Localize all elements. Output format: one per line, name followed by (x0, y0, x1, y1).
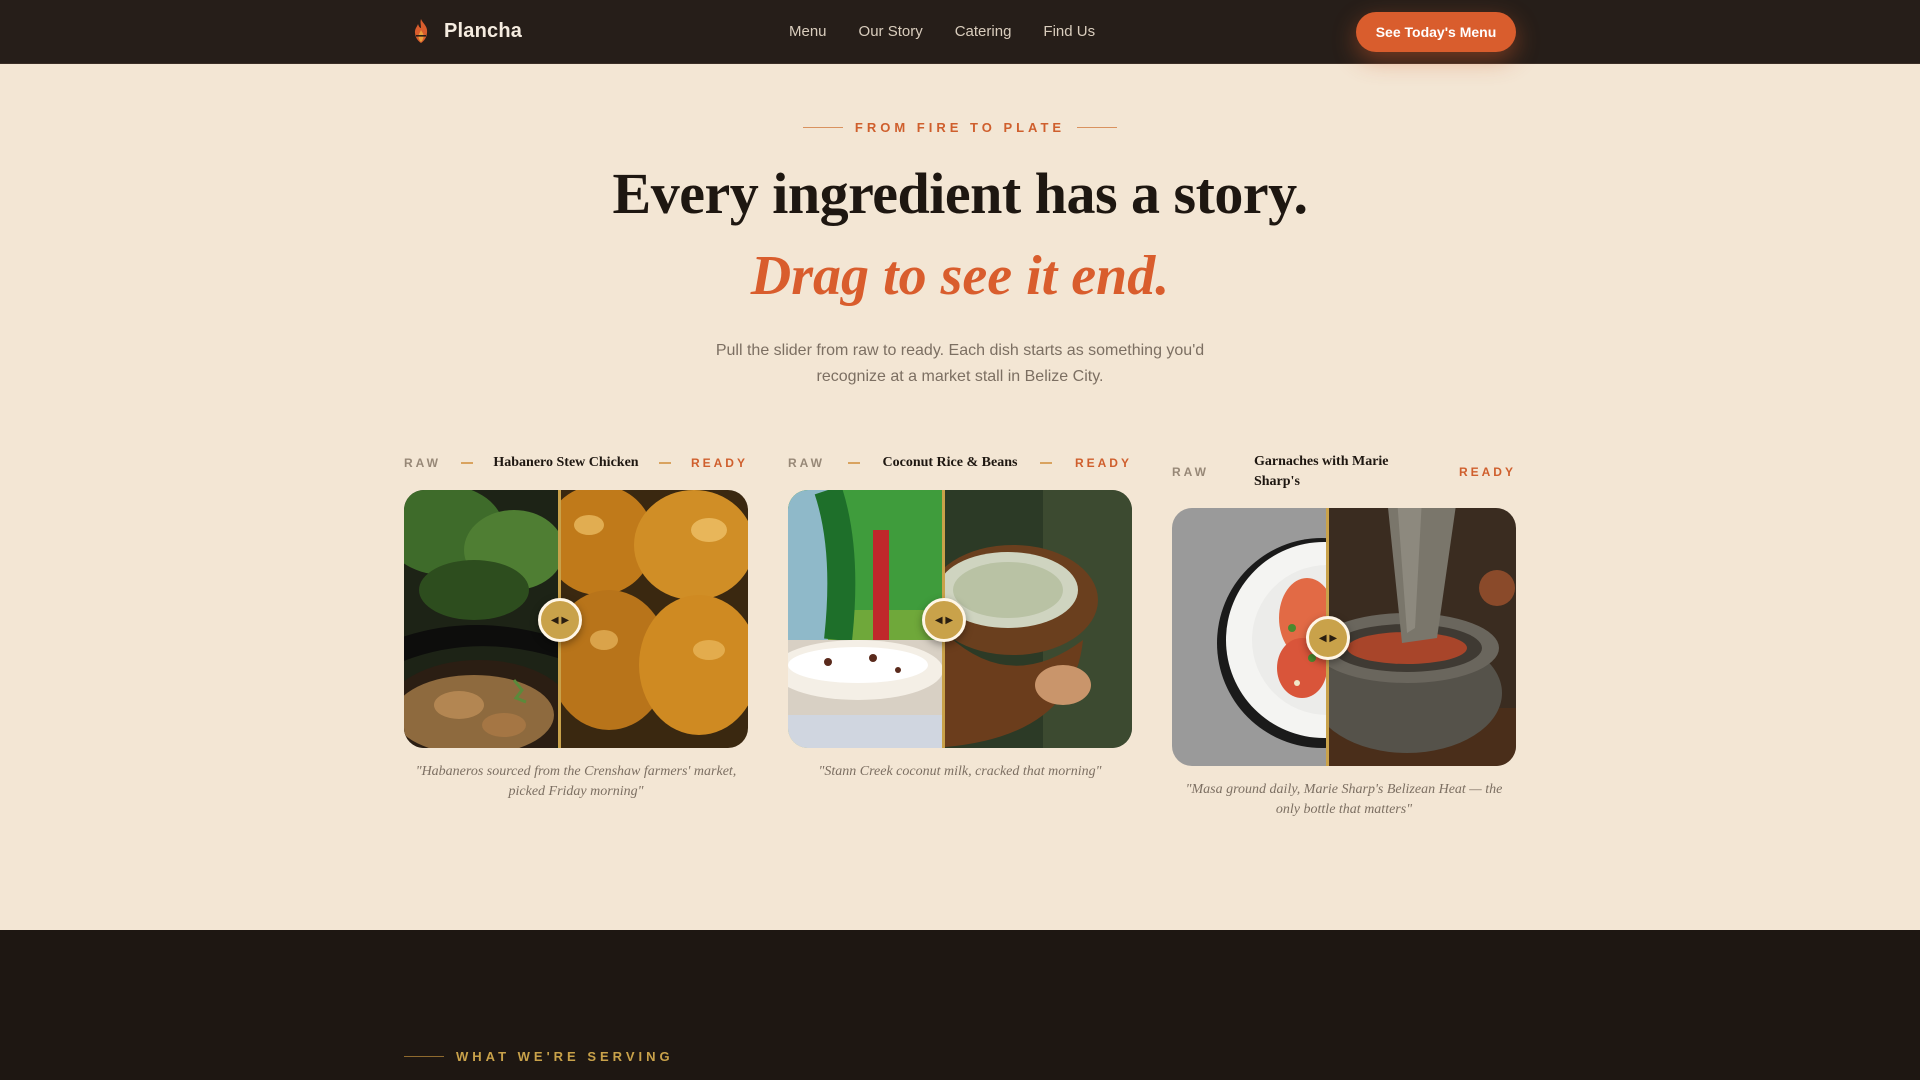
divider-dash (461, 462, 474, 464)
drag-arrows-icon[interactable]: ◀ ▶ (922, 598, 966, 642)
brand-logo[interactable]: Plancha (410, 18, 522, 44)
dish-name: Garnaches with Marie Sharp's (1253, 454, 1389, 489)
raw-label: RAW (404, 456, 441, 470)
section-eyebrow-text: WHAT WE'RE SERVING (456, 1049, 674, 1064)
divider-dash (658, 462, 671, 464)
divider-dash (1040, 462, 1053, 464)
nav-link-find-us[interactable]: Find Us (1043, 23, 1095, 40)
hero-subtitle: Drag to see it end. (750, 245, 1170, 307)
nav-link-menu[interactable]: Menu (789, 23, 827, 40)
nav-links: Menu Our Story Catering Find Us (789, 23, 1095, 40)
card-header: RAW Coconut Rice & Beans READY (788, 452, 1132, 474)
ready-image (943, 490, 1132, 748)
dish-card-habanero-stew-chicken: RAW Habanero Stew Chicken READY ◀ ▶ "Hab… (404, 452, 748, 802)
raw-image (788, 490, 943, 748)
dish-card-coconut-rice-beans: RAW Coconut Rice & Beans READY ◀ ▶ "Stan… (788, 452, 1132, 782)
see-todays-menu-button[interactable]: See Today's Menu (1356, 12, 1516, 52)
drag-arrows-icon[interactable]: ◀ ▶ (538, 598, 582, 642)
dish-name: Habanero Stew Chicken (493, 455, 639, 470)
drag-arrows-icon[interactable]: ◀ ▶ (1306, 616, 1350, 660)
card-header: RAW Garnaches with Marie Sharp's READY (1172, 452, 1516, 492)
dish-caption: "Masa ground daily, Marie Sharp's Belize… (1185, 782, 1503, 817)
ready-label: READY (1458, 465, 1516, 479)
eyebrow-rule-left (802, 127, 843, 128)
dish-caption: "Habaneros sourced from the Crenshaw far… (415, 764, 737, 799)
dish-name: Coconut Rice & Beans (882, 455, 1018, 470)
ready-image (1327, 508, 1516, 766)
nav-link-our-story[interactable]: Our Story (859, 23, 923, 40)
before-after-slider[interactable]: ◀ ▶ (404, 490, 748, 748)
eyebrow-rule (404, 1056, 444, 1057)
before-after-slider[interactable]: ◀ ▶ (788, 490, 1132, 748)
ready-label: READY (1074, 456, 1132, 470)
hero-description: Pull the slider from raw to ready. Each … (715, 342, 1205, 385)
whats-serving-section (0, 930, 1920, 1080)
hero-title: Every ingredient has a story. (612, 161, 1308, 226)
section-eyebrow: WHAT WE'RE SERVING (404, 1049, 674, 1064)
raw-label: RAW (788, 456, 825, 470)
hero-eyebrow: FROM FIRE TO PLATE (0, 120, 1920, 135)
ready-label: READY (690, 456, 748, 470)
eyebrow-text: FROM FIRE TO PLATE (854, 120, 1066, 135)
nav-link-catering[interactable]: Catering (955, 23, 1012, 40)
dish-caption: "Stann Creek coconut milk, cracked that … (818, 764, 1102, 779)
brand-name: Plancha (444, 19, 523, 42)
flame-icon (414, 19, 428, 43)
ready-image (559, 490, 748, 748)
raw-label: RAW (1172, 465, 1209, 479)
dish-card-garnaches: RAW Garnaches with Marie Sharp's READY ◀… (1172, 452, 1516, 820)
before-after-slider[interactable]: ◀ ▶ (1172, 508, 1516, 766)
raw-image (1172, 508, 1327, 766)
top-nav: Plancha Menu Our Story Catering Find Us … (0, 0, 1920, 64)
card-header: RAW Habanero Stew Chicken READY (404, 452, 748, 474)
eyebrow-rule-right (1077, 127, 1118, 128)
raw-image (404, 490, 559, 748)
divider-dash (847, 462, 860, 464)
